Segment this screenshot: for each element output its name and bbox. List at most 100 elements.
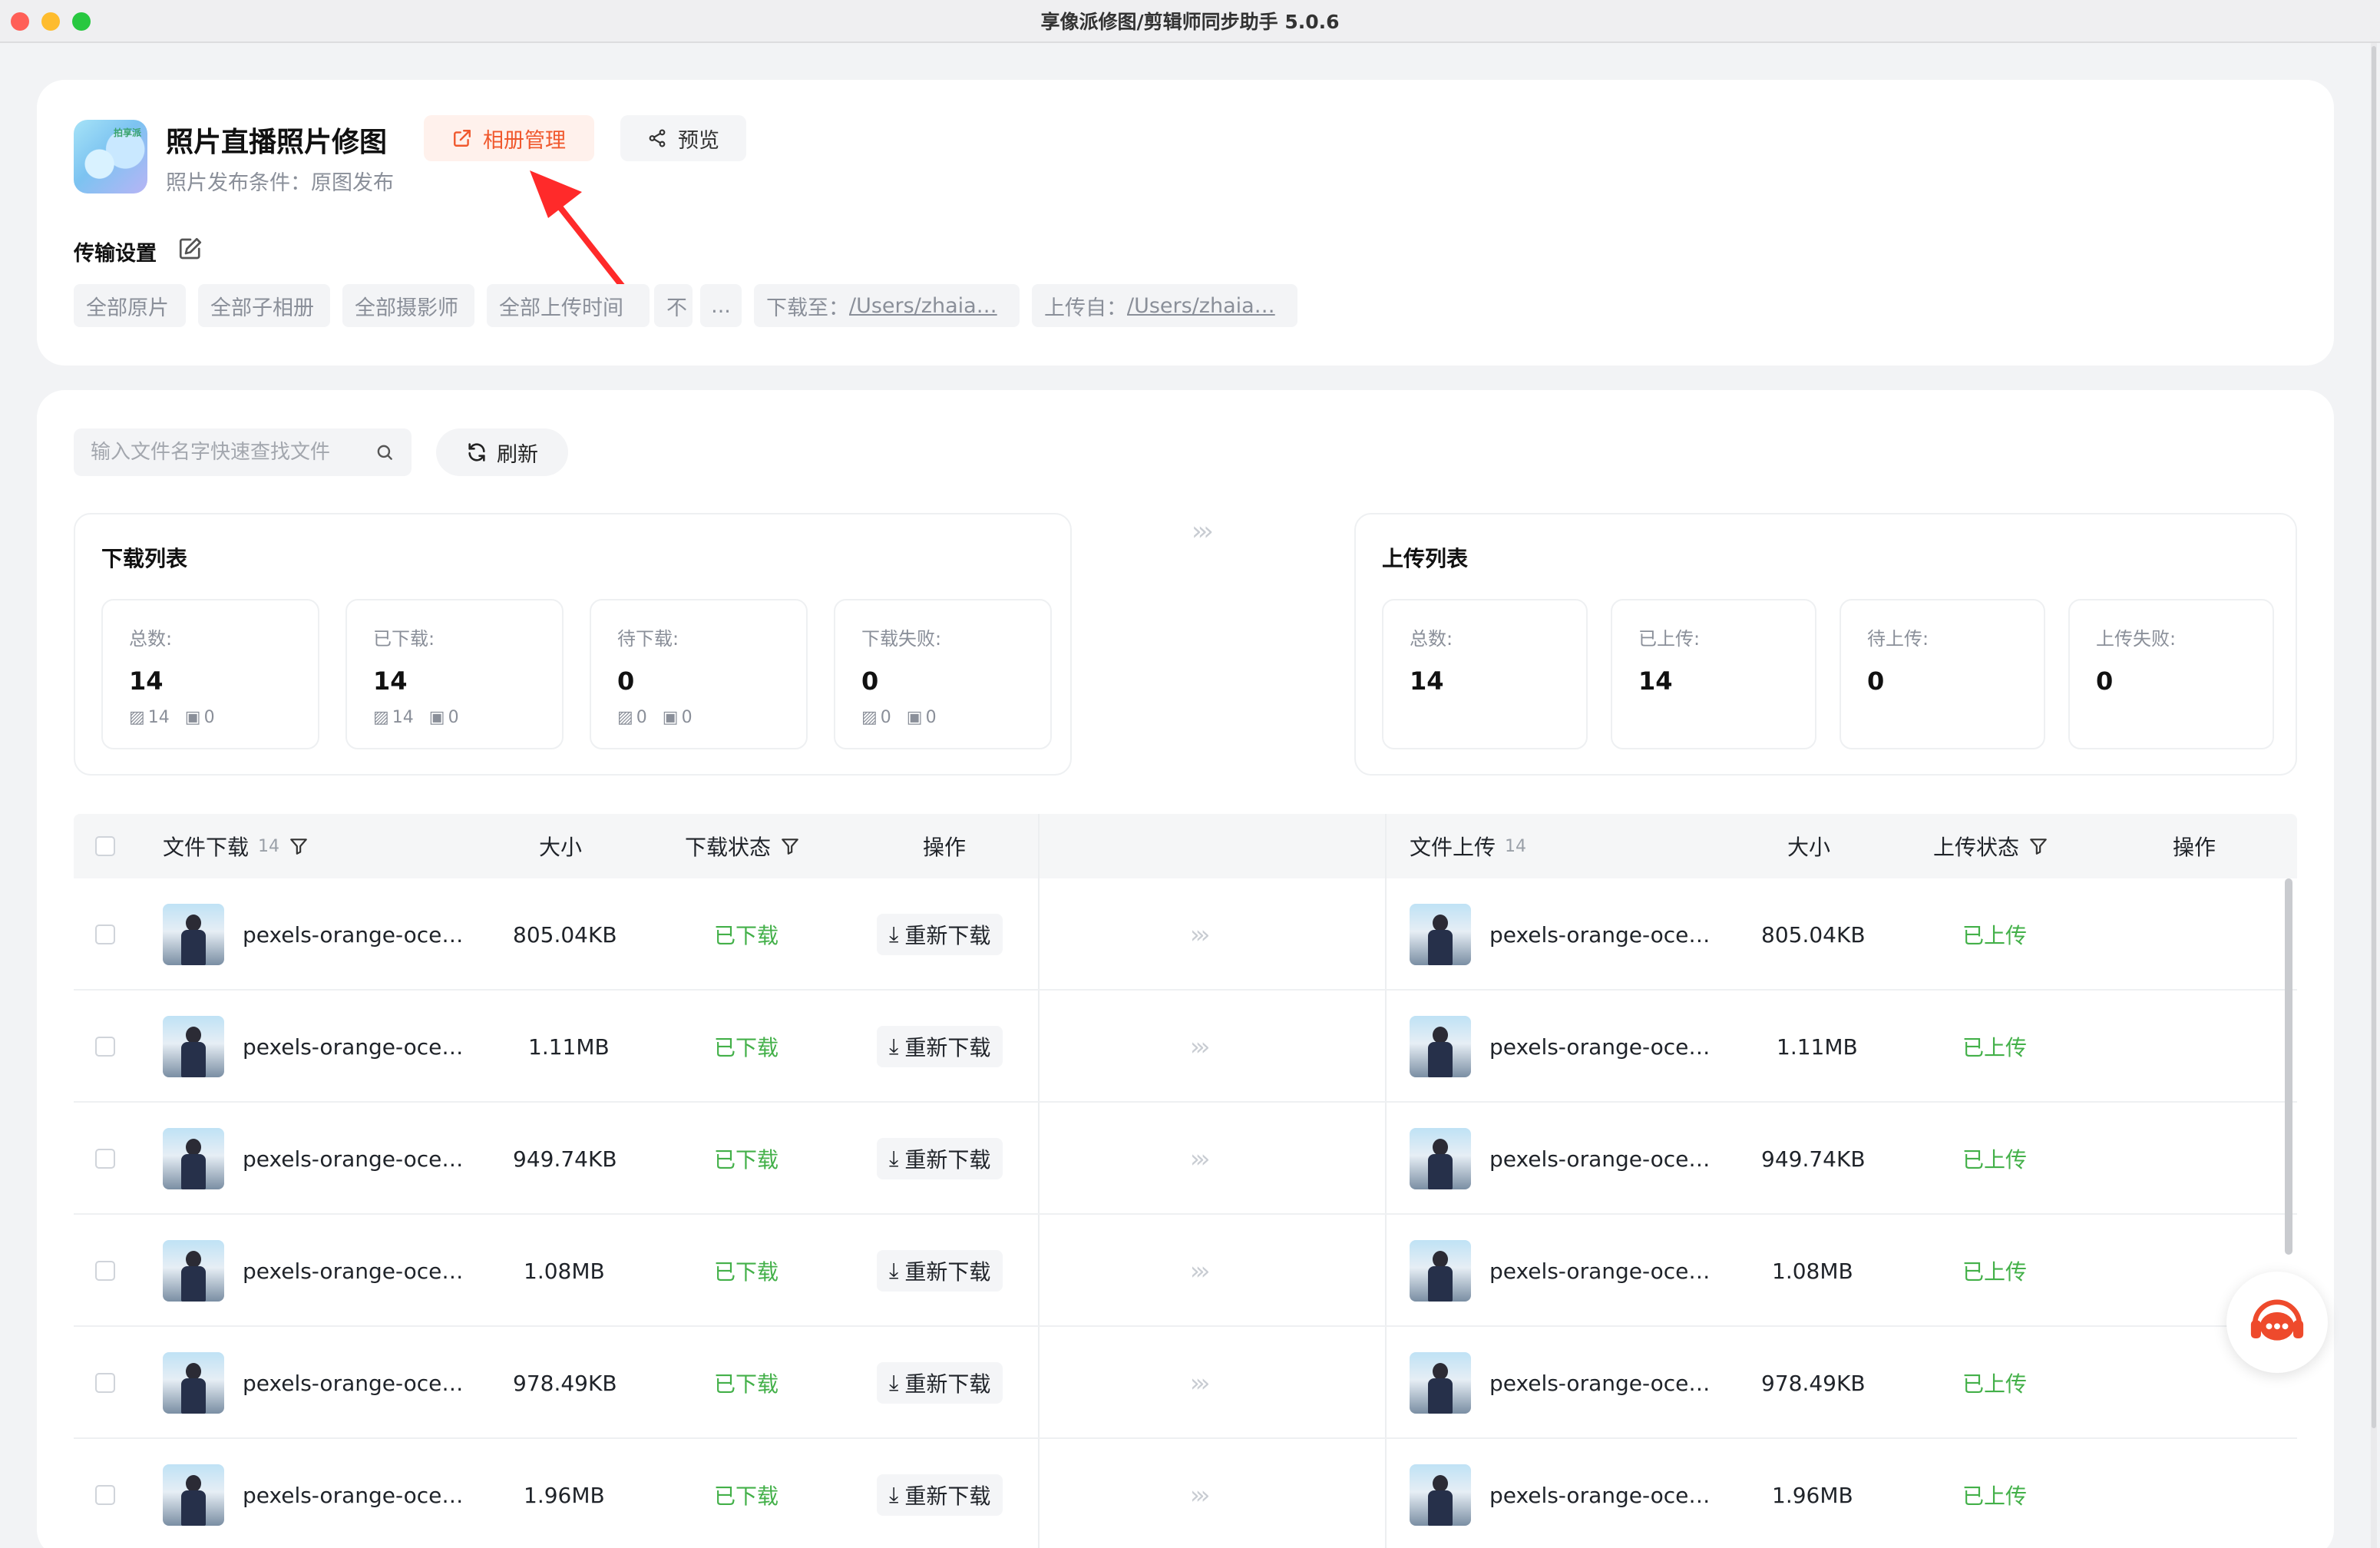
- download-icon: ⤓: [889, 1370, 899, 1395]
- preview-button[interactable]: 预览: [620, 115, 746, 161]
- image-count: 14: [392, 708, 414, 727]
- close-window-button[interactable]: [11, 12, 29, 31]
- redownload-button[interactable]: ⤓ 重新下载: [877, 1250, 1003, 1292]
- upload-file-size: 805.04KB: [1761, 921, 1866, 948]
- download-path-chip[interactable]: 下载至： /Users/zhaia…: [754, 284, 1020, 327]
- stat-value: 14: [1638, 666, 1673, 696]
- external-link-icon: [454, 130, 471, 147]
- filter-chip-originals[interactable]: 全部原片: [74, 284, 186, 327]
- publish-condition: 照片发布条件：原图发布: [166, 171, 394, 195]
- search-box[interactable]: [74, 428, 412, 476]
- filter-chip-truncated[interactable]: 不: [654, 284, 693, 327]
- redownload-button[interactable]: ⤓ 重新下载: [877, 1474, 1003, 1516]
- zoom-window-button[interactable]: [72, 12, 91, 31]
- download-path-link[interactable]: /Users/zhaia…: [849, 294, 997, 318]
- table-row: pexels-orange-oce… 1.96MB 已下载 ⤓ 重新下载 ››› …: [74, 1439, 2297, 1548]
- row-transfer-icon: ›››: [1190, 1368, 1211, 1398]
- search-input[interactable]: [91, 441, 375, 464]
- video-count: 0: [448, 708, 459, 727]
- upload-size-column: 大小: [1787, 835, 1831, 860]
- window-title: 享像派修图/剪辑师同步助手 5.0.6: [1040, 11, 1340, 33]
- image-icon: ▨: [129, 708, 145, 727]
- search-icon[interactable]: [375, 442, 395, 462]
- download-status: 已下载: [714, 1035, 779, 1060]
- row-checkbox[interactable]: [95, 1037, 115, 1057]
- filter-chip-photographers[interactable]: 全部摄影师: [342, 284, 474, 327]
- upload-file-size: 949.74KB: [1761, 1146, 1866, 1172]
- download-file-name: pexels-orange-oce…: [243, 1482, 464, 1508]
- download-icon: ⤓: [889, 1146, 899, 1171]
- download-file-size: 805.04KB: [513, 921, 617, 948]
- download-path-label: 下载至：: [766, 296, 849, 320]
- stat-breakdown: ▨ 0 ▣ 0: [617, 708, 693, 727]
- table-row: pexels-orange-oce… 978.49KB 已下载 ⤓ 重新下载 ››…: [74, 1327, 2297, 1439]
- row-transfer-icon: ›››: [1190, 1144, 1211, 1173]
- row-checkbox[interactable]: [95, 1485, 115, 1505]
- filter-icon[interactable]: [2028, 836, 2048, 856]
- customer-support-button[interactable]: [2226, 1272, 2328, 1373]
- stat-value: 14: [373, 666, 408, 696]
- row-checkbox[interactable]: [95, 1261, 115, 1281]
- upload-path-chip[interactable]: 上传自： /Users/zhaia…: [1032, 284, 1297, 327]
- redownload-button[interactable]: ⤓ 重新下载: [877, 1138, 1003, 1179]
- filter-chip-more[interactable]: ...: [700, 284, 742, 327]
- video-icon: ▣: [662, 708, 679, 727]
- stat-label: 待下载:: [617, 628, 679, 650]
- stat-value: 14: [1410, 666, 1444, 696]
- image-count: 0: [636, 708, 647, 727]
- select-all-cell: [95, 814, 115, 878]
- filter-chip-upload-time[interactable]: 全部上传时间: [487, 284, 650, 327]
- download-file-size: 949.74KB: [513, 1146, 617, 1172]
- stat-label: 总数:: [129, 628, 173, 650]
- filter-chip-subalbums[interactable]: 全部子相册: [198, 284, 330, 327]
- album-title: 照片直播照片修图: [166, 127, 388, 158]
- photo-thumbnail: [163, 1240, 224, 1302]
- transfer-direction-icon: ›››: [1192, 516, 1214, 547]
- video-count: 0: [203, 708, 215, 727]
- download-file-name: pexels-orange-oce…: [243, 921, 464, 948]
- select-all-checkbox[interactable]: [95, 836, 115, 856]
- filter-icon[interactable]: [289, 836, 309, 856]
- redownload-button[interactable]: ⤓ 重新下载: [877, 1026, 1003, 1067]
- upload-status-column: 上传状态: [1933, 814, 2048, 878]
- upload-status: 已上传: [1962, 1259, 2028, 1285]
- video-icon: ▣: [906, 708, 923, 727]
- download-action-column: 操作: [923, 835, 967, 860]
- window-scrollbar-track[interactable]: [2371, 43, 2377, 1548]
- window-scrollbar-thumb[interactable]: [2372, 46, 2376, 1428]
- minimize-window-button[interactable]: [41, 12, 60, 31]
- redownload-button[interactable]: ⤓ 重新下载: [877, 914, 1003, 955]
- album-management-button[interactable]: 相册管理: [424, 115, 594, 161]
- download-list-title: 下载列表: [101, 546, 188, 571]
- download-file-size: 1.96MB: [524, 1482, 605, 1508]
- row-checkbox[interactable]: [95, 1373, 115, 1393]
- photo-thumbnail: [1410, 904, 1471, 965]
- stat-value: 0: [861, 666, 879, 696]
- upload-total-box: 总数: 14: [1382, 599, 1588, 749]
- edit-icon[interactable]: [177, 235, 204, 263]
- upload-path-link[interactable]: /Users/zhaia…: [1127, 294, 1275, 318]
- redownload-label: 重新下载: [904, 1035, 991, 1060]
- download-status: 已下载: [714, 1484, 779, 1509]
- upload-status: 已上传: [1962, 1484, 2028, 1509]
- refresh-icon: [468, 443, 485, 461]
- download-pending-box: 待下载: 0 ▨ 0 ▣ 0: [590, 599, 808, 749]
- column-label: 文件上传: [1410, 835, 1496, 860]
- upload-file-name: pexels-orange-oce…: [1489, 921, 1711, 948]
- album-management-label: 相册管理: [483, 128, 566, 153]
- stat-value: 14: [129, 666, 164, 696]
- image-icon: ▨: [373, 708, 389, 727]
- upload-count: 14: [1505, 836, 1527, 856]
- upload-file-size: 978.49KB: [1761, 1370, 1866, 1396]
- redownload-button[interactable]: ⤓ 重新下载: [877, 1362, 1003, 1404]
- download-file-name: pexels-orange-oce…: [243, 1370, 464, 1396]
- redownload-label: 重新下载: [904, 1371, 991, 1397]
- table-scrollbar[interactable]: [2285, 878, 2292, 1255]
- refresh-button[interactable]: 刷新: [436, 428, 568, 476]
- preview-label: 预览: [678, 128, 719, 153]
- filter-icon[interactable]: [780, 836, 800, 856]
- video-count: 0: [681, 708, 693, 727]
- upload-failed-box: 上传失败: 0: [2068, 599, 2274, 749]
- row-checkbox[interactable]: [95, 1149, 115, 1169]
- row-checkbox[interactable]: [95, 925, 115, 944]
